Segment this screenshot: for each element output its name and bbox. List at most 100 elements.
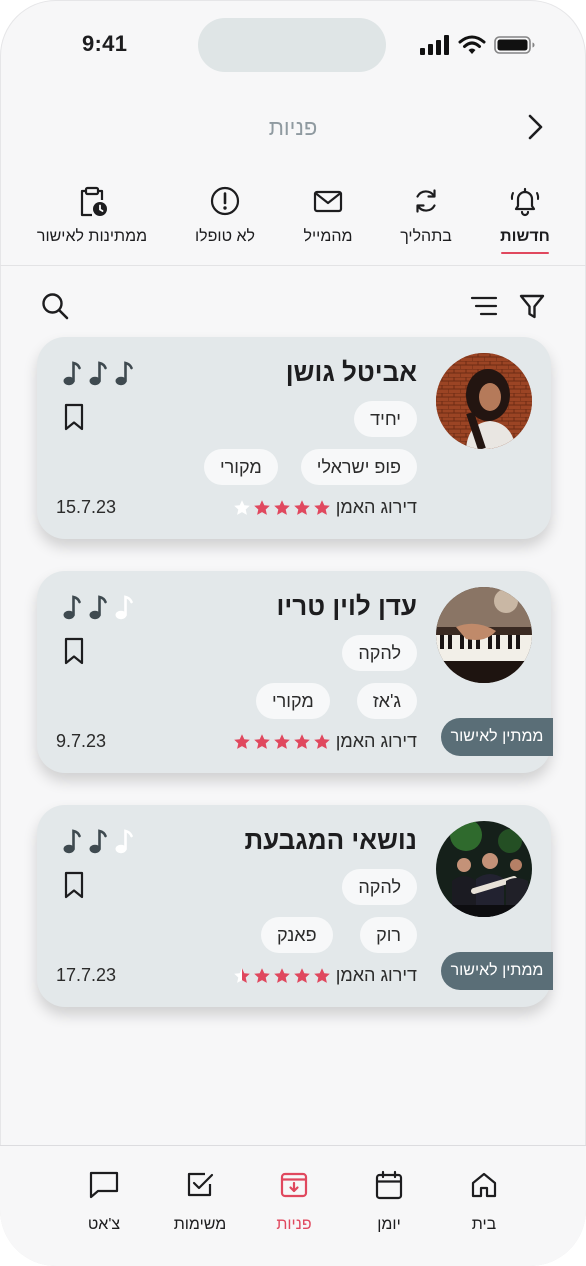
filter-tabs: חדשות בתהליך מהמייל לא טופלו ממתינות לאי… xyxy=(0,180,586,266)
star-icon xyxy=(274,734,290,749)
star-icon xyxy=(294,500,310,515)
checkbox-icon xyxy=(187,1172,214,1197)
music-note-icon xyxy=(89,595,107,620)
tab-new[interactable]: חדשות xyxy=(490,180,560,264)
nav-requests[interactable]: פניות xyxy=(249,1168,339,1234)
artist-avatar xyxy=(436,353,532,449)
signal-icon xyxy=(420,35,449,55)
sort-lines-icon[interactable] xyxy=(469,291,499,321)
status-icons xyxy=(420,33,536,57)
star-icon xyxy=(234,500,250,515)
artist-avatar xyxy=(436,821,532,917)
star-icon xyxy=(294,734,310,749)
request-card[interactable]: עדן לוין טריו להקה ג'אז מקורי דירוג האמן… xyxy=(37,571,553,773)
phone-screen: 9:41 פניות חדשות בתהליך מהמייל לא טופלו … xyxy=(0,0,586,1266)
artist-name: עדן לוין טריו xyxy=(276,591,417,621)
nav-label: בית xyxy=(471,1216,497,1233)
priority-notes xyxy=(61,593,135,621)
bell-ring-icon xyxy=(510,187,540,217)
tab-label: חדשות xyxy=(500,228,550,245)
search-icon[interactable] xyxy=(40,291,70,321)
nav-label: יומן xyxy=(377,1216,401,1233)
rating-label: דירוג האמן xyxy=(335,965,417,985)
alert-circle-icon xyxy=(210,186,240,216)
star-icon xyxy=(254,734,270,749)
bookmark-icon[interactable] xyxy=(63,637,85,665)
nav-home[interactable]: בית xyxy=(439,1168,529,1234)
funnel-icon[interactable] xyxy=(517,291,547,321)
priority-notes xyxy=(61,359,135,387)
request-card[interactable]: אביטל גושן יחיד פופ ישראלי מקורי דירוג ה… xyxy=(37,337,551,539)
type-tag: יחיד xyxy=(354,401,417,437)
status-badge: ממתין לאישור xyxy=(441,952,553,990)
nav-label: משימות xyxy=(173,1216,227,1233)
bookmark-icon[interactable] xyxy=(63,871,85,899)
request-date: 15.7.23 xyxy=(56,497,117,517)
genre-tag: מקורי xyxy=(204,449,278,485)
star-icon xyxy=(234,734,250,749)
music-note-icon xyxy=(89,829,107,854)
battery-icon xyxy=(494,36,535,54)
music-note-icon xyxy=(115,361,133,386)
tab-not-handled[interactable]: לא טופלו xyxy=(184,180,266,264)
star-icon xyxy=(314,968,330,983)
inbox-download-icon xyxy=(280,1172,308,1198)
genre-tag: רוק xyxy=(360,917,417,953)
tab-in-progress[interactable]: בתהליך xyxy=(388,180,464,264)
tab-label: ממתינות לאישור xyxy=(36,228,148,245)
artist-name: אביטל גושן xyxy=(285,357,417,387)
nav-chat[interactable]: צ'אט xyxy=(59,1168,149,1234)
genre-tag: פופ ישראלי xyxy=(300,449,417,485)
genre-tag: פאנק xyxy=(261,917,333,953)
type-tag: להקה xyxy=(342,869,417,905)
star-icon xyxy=(254,500,270,515)
star-rating xyxy=(233,733,331,750)
star-icon xyxy=(274,500,290,515)
artist-name: נושאי המגבעת xyxy=(244,825,417,855)
star-icon xyxy=(294,968,310,983)
nav-tasks[interactable]: משימות xyxy=(155,1168,245,1234)
star-rating xyxy=(233,499,331,516)
nav-label: פניות xyxy=(276,1216,312,1233)
music-note-icon xyxy=(63,361,81,386)
star-icon xyxy=(234,968,250,983)
tab-label: בתהליך xyxy=(400,228,452,245)
status-time: 9:41 xyxy=(82,31,128,56)
music-note-icon xyxy=(89,361,107,386)
chevron-right-icon[interactable] xyxy=(520,112,550,142)
type-tag: להקה xyxy=(342,635,417,671)
wifi-icon xyxy=(458,35,486,54)
tab-pending-approval[interactable]: ממתינות לאישור xyxy=(28,180,156,264)
status-badge: ממתין לאישור xyxy=(441,718,553,756)
request-date: 9.7.23 xyxy=(56,731,107,751)
star-rating xyxy=(233,967,331,984)
music-note-icon xyxy=(63,595,81,620)
home-icon xyxy=(471,1172,497,1198)
request-card[interactable]: נושאי המגבעת להקה רוק פאנק דירוג האמן 17… xyxy=(37,805,553,1007)
bookmark-icon[interactable] xyxy=(63,403,85,431)
star-icon xyxy=(254,968,270,983)
tab-from-mail[interactable]: מהמייל xyxy=(290,180,366,264)
clipboard-clock-icon xyxy=(80,186,107,217)
page-title: פניות xyxy=(268,115,318,140)
refresh-icon xyxy=(416,189,436,213)
star-icon xyxy=(314,734,330,749)
rating-label: דירוג האמן xyxy=(335,497,417,517)
nav-calendar[interactable]: יומן xyxy=(344,1168,434,1234)
genre-tag: מקורי xyxy=(256,683,330,719)
music-note-icon xyxy=(115,829,133,854)
active-tab-indicator xyxy=(501,252,549,254)
tab-label: לא טופלו xyxy=(195,228,255,245)
star-icon xyxy=(314,500,330,515)
chat-bubble-icon xyxy=(89,1171,119,1199)
mail-icon xyxy=(313,190,343,213)
priority-notes xyxy=(61,827,135,855)
star-icon xyxy=(274,968,290,983)
request-date: 17.7.23 xyxy=(56,965,117,985)
divider xyxy=(0,265,586,266)
calendar-icon xyxy=(375,1170,403,1200)
bottom-nav: בית יומן פניות משימות צ'אט xyxy=(0,1145,586,1266)
music-note-icon xyxy=(115,595,133,620)
tab-label: מהמייל xyxy=(303,228,353,245)
dynamic-island xyxy=(198,18,386,72)
